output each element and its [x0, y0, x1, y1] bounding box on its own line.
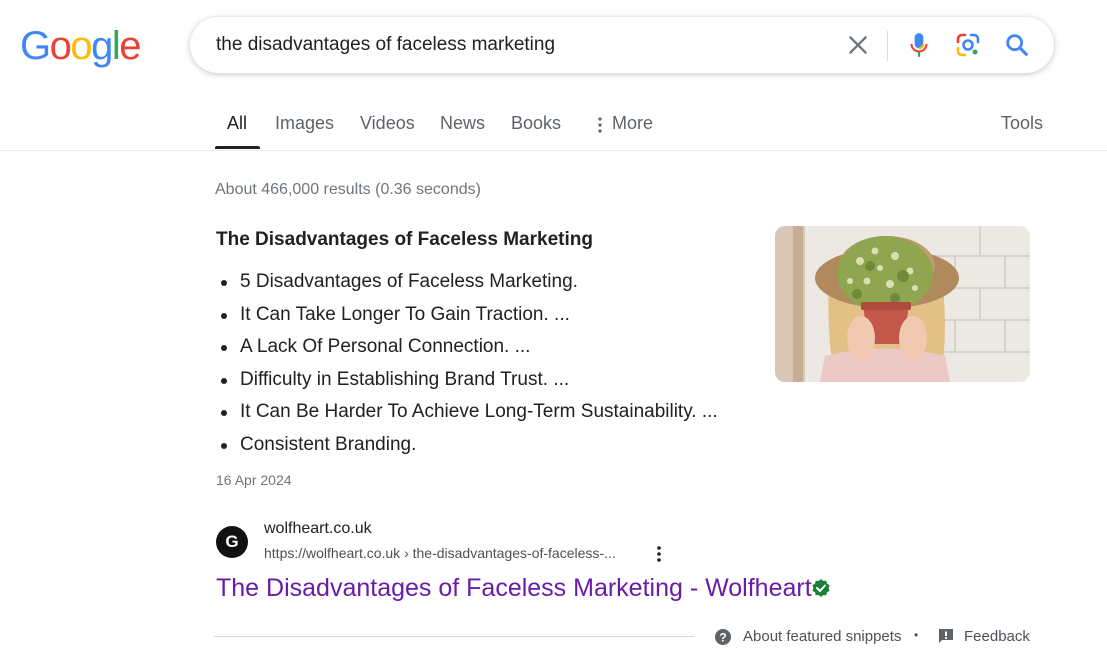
search-divider — [887, 31, 888, 61]
logo-letter: e — [119, 24, 141, 68]
logo-letter: l — [111, 24, 121, 68]
separator-dot: • — [914, 628, 919, 642]
result-title-link[interactable]: The Disadvantages of Faceless Marketing … — [216, 574, 812, 603]
tab-news[interactable]: News — [440, 113, 485, 134]
tab-videos[interactable]: Videos — [360, 113, 415, 134]
active-tab-indicator — [215, 146, 260, 149]
snippet-date: 16 Apr 2024 — [216, 472, 292, 488]
tab-all[interactable]: All — [227, 113, 247, 134]
search-icon[interactable] — [1003, 31, 1031, 59]
list-item: 5 Disadvantages of Faceless Marketing. — [216, 266, 718, 299]
feedback-link[interactable]: Feedback — [964, 628, 1030, 645]
list-item: Difficulty in Establishing Brand Trust. … — [216, 364, 718, 397]
logo-letter: G — [20, 24, 51, 68]
logo-letter: g — [91, 24, 113, 68]
close-icon[interactable] — [845, 32, 871, 58]
result-stats: About 466,000 results (0.36 seconds) — [215, 181, 481, 198]
featured-image[interactable] — [775, 226, 1030, 382]
google-logo[interactable]: Google — [20, 24, 141, 68]
logo-letter: o — [49, 24, 72, 68]
site-url[interactable]: https://wolfheart.co.uk › the-disadvanta… — [264, 545, 616, 561]
help-icon: ? — [715, 629, 731, 645]
tab-images[interactable]: Images — [275, 113, 334, 134]
snippet-title: The Disadvantages of Faceless Marketing — [216, 229, 593, 250]
tools-button[interactable]: Tools — [1001, 113, 1043, 134]
about-featured-snippets-link[interactable]: About featured snippets — [743, 628, 901, 645]
feedback-icon — [939, 629, 953, 643]
site-favicon[interactable]: G — [216, 526, 248, 558]
list-item: It Can Take Longer To Gain Traction. ... — [216, 299, 718, 332]
header-divider — [0, 150, 1107, 151]
logo-letter: o — [70, 24, 92, 68]
snippet-divider — [214, 636, 694, 637]
svg-text:?: ? — [719, 631, 726, 645]
tab-books[interactable]: Books — [511, 113, 561, 134]
search-box[interactable]: the disadvantages of faceless marketing — [190, 17, 1054, 73]
lens-icon[interactable] — [954, 31, 982, 59]
search-input[interactable]: the disadvantages of faceless marketing — [216, 34, 555, 56]
more-options-icon[interactable] — [651, 544, 667, 564]
tab-more-label: More — [612, 113, 654, 133]
list-item: A Lack Of Personal Connection. ... — [216, 331, 718, 364]
site-name[interactable]: wolfheart.co.uk — [264, 520, 372, 538]
more-vert-icon — [598, 117, 602, 133]
microphone-icon[interactable] — [906, 31, 932, 59]
snippet-list: 5 Disadvantages of Faceless Marketing. I… — [216, 266, 718, 462]
list-item: Consistent Branding. — [216, 429, 718, 462]
verified-badge-icon — [812, 579, 830, 597]
list-item: It Can Be Harder To Achieve Long-Term Su… — [216, 396, 718, 429]
